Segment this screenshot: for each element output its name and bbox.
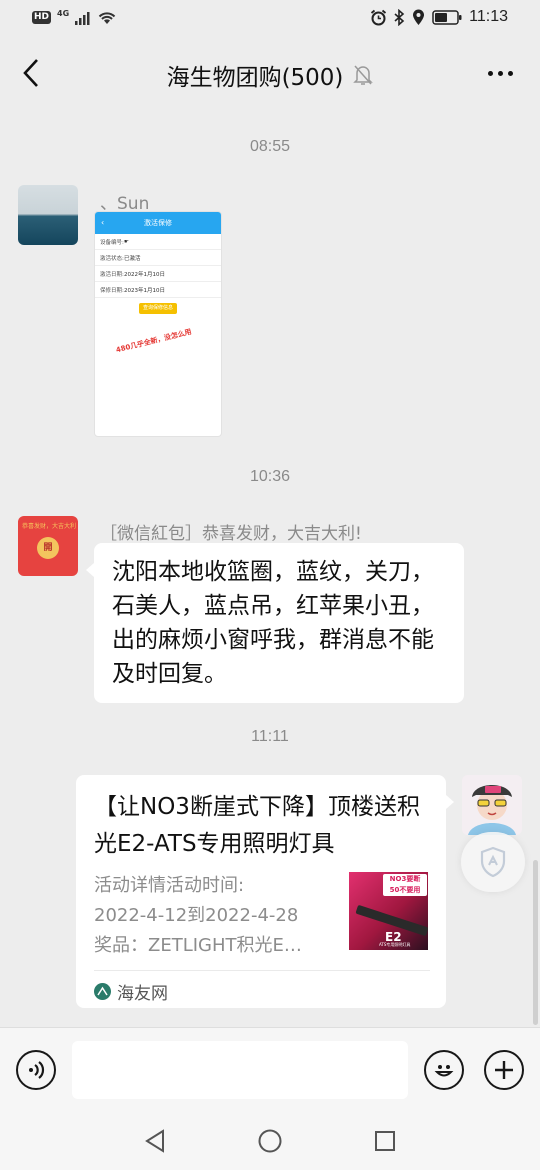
- square-recents-icon: [375, 1131, 395, 1151]
- message-timestamp: 08:55: [249, 138, 291, 155]
- system-back-button[interactable]: [140, 1126, 170, 1156]
- floating-shield-button[interactable]: [461, 832, 525, 892]
- link-card-thumbnail: NO3要断 50不要用 E2 ATS专用照明灯具: [349, 872, 428, 950]
- image-message[interactable]: ‹ 激活保修 设备编号: ☛ 激活状态: 已激活 激活日期: 2022年1月10日 保…: [94, 211, 222, 437]
- status-bar: HD 4G 11:13: [0, 0, 540, 38]
- hongbao-avatar-text: 恭喜发财，大吉大利: [22, 523, 77, 530]
- avatar[interactable]: [18, 185, 78, 245]
- more-dots-icon: [487, 70, 493, 76]
- source-name: 海友网: [117, 984, 168, 1004]
- signal-icon: [75, 11, 90, 25]
- circle-home-icon: [258, 1129, 282, 1153]
- scrollbar[interactable]: [533, 860, 538, 1025]
- plus-icon: [495, 1061, 513, 1079]
- chat-title-area: 海生物团购(500): [0, 58, 540, 92]
- network-type: 4G: [57, 9, 70, 18]
- screenshot-header: ‹ 激活保修: [95, 212, 221, 234]
- cartoon-avatar-image: [462, 775, 522, 835]
- bluetooth-icon: [394, 8, 405, 26]
- link-card-title: 【让NO3断崖式下降】顶楼送积光E2-ATS专用照明灯具: [94, 794, 420, 857]
- status-right: 11:13: [370, 8, 508, 26]
- wifi-icon: [98, 12, 116, 24]
- link-card-message[interactable]: 【让NO3断崖式下降】顶楼送积光E2-ATS专用照明灯具 活动详情活动时间: 2…: [76, 775, 454, 1008]
- sender-name: ［微信紅包］恭喜发财，大吉大利!: [100, 524, 362, 544]
- message-timestamp: 10:36: [249, 468, 291, 485]
- more-button[interactable]: [480, 58, 520, 88]
- screenshot-button: 查询保修信息: [139, 303, 177, 314]
- emoji-icon: [434, 1065, 454, 1077]
- emoji-button[interactable]: [424, 1050, 464, 1090]
- message-timestamp: 11:11: [251, 728, 289, 745]
- hongbao-coin-icon: 開: [37, 537, 59, 559]
- voice-icon: [29, 1061, 45, 1079]
- avatar[interactable]: 恭喜发财，大吉大利 開: [18, 516, 78, 576]
- source-logo-icon: [94, 983, 111, 1000]
- screenshot-row: 保修日期: 2023年1月10日: [95, 282, 221, 298]
- avatar[interactable]: [462, 775, 522, 835]
- location-icon: [413, 9, 425, 25]
- screenshot-row: 设备编号: ☛: [95, 234, 221, 250]
- card-divider: [94, 970, 430, 971]
- system-home-button[interactable]: [255, 1126, 285, 1156]
- triangle-back-icon: [145, 1129, 164, 1153]
- input-bar: [0, 1027, 540, 1110]
- alarm-icon: [371, 9, 387, 25]
- hd-badge: HD: [32, 11, 52, 24]
- system-navigation-bar: [0, 1110, 540, 1170]
- status-time: 11:13: [469, 8, 508, 25]
- chat-header: 海生物团购(500): [0, 38, 540, 110]
- voice-button[interactable]: [16, 1050, 56, 1090]
- bell-off-icon: [353, 65, 374, 85]
- text-message[interactable]: 沈阳本地收篮圈，蓝纹，关刀，石美人，蓝点吊，红苹果小丑，出的麻烦小窗呼我，群消息…: [86, 543, 464, 703]
- battery-icon: [432, 9, 462, 25]
- chat-title: 海生物团购(500): [166, 65, 344, 91]
- link-card-description: 活动详情活动时间: 2022-4-12到2022-4-28 奖品：ZETLIGH…: [94, 875, 302, 956]
- system-recents-button[interactable]: [370, 1126, 400, 1156]
- message-input[interactable]: [72, 1041, 408, 1099]
- thumbnail-label: NO3要断 50不要用: [383, 874, 427, 896]
- screenshot-row: 激活日期: 2022年1月10日: [95, 266, 221, 282]
- status-left: HD 4G: [32, 9, 117, 25]
- plus-button[interactable]: [484, 1050, 524, 1090]
- screenshot-row: 激活状态: 已激活: [95, 250, 221, 266]
- link-card-source: 海友网: [94, 979, 168, 1004]
- screenshot-note: 480几乎全新，没怎么用: [115, 327, 193, 355]
- thumbnail-subtitle: ATS专用照明灯具: [379, 942, 411, 947]
- shield-icon: [480, 846, 506, 878]
